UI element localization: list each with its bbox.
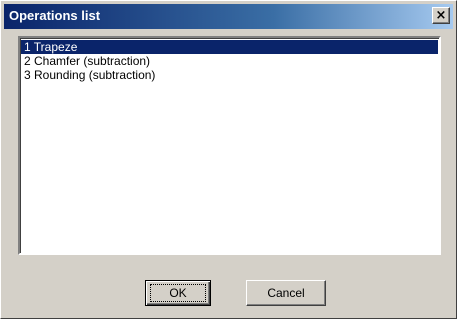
list-item-rounding[interactable]: 3 Rounding (subtraction)	[21, 68, 438, 82]
operations-list-dialog: Operations list × 1 Trapeze 2 Chamfer (s…	[0, 0, 457, 319]
close-icon: ×	[435, 7, 447, 23]
operations-listbox[interactable]: 1 Trapeze 2 Chamfer (subtraction) 3 Roun…	[18, 36, 441, 255]
close-button[interactable]: ×	[432, 7, 450, 24]
operations-list-items: 1 Trapeze 2 Chamfer (subtraction) 3 Roun…	[21, 40, 438, 82]
ok-button-label: OK	[150, 284, 206, 302]
list-item-trapeze[interactable]: 1 Trapeze	[21, 40, 438, 54]
dialog-title: Operations list	[9, 8, 101, 23]
list-item-chamfer[interactable]: 2 Chamfer (subtraction)	[21, 54, 438, 68]
cancel-button[interactable]: Cancel	[246, 280, 326, 306]
ok-button[interactable]: OK	[145, 280, 211, 306]
cancel-button-label: Cancel	[267, 286, 305, 300]
title-bar[interactable]: Operations list ×	[4, 4, 453, 29]
